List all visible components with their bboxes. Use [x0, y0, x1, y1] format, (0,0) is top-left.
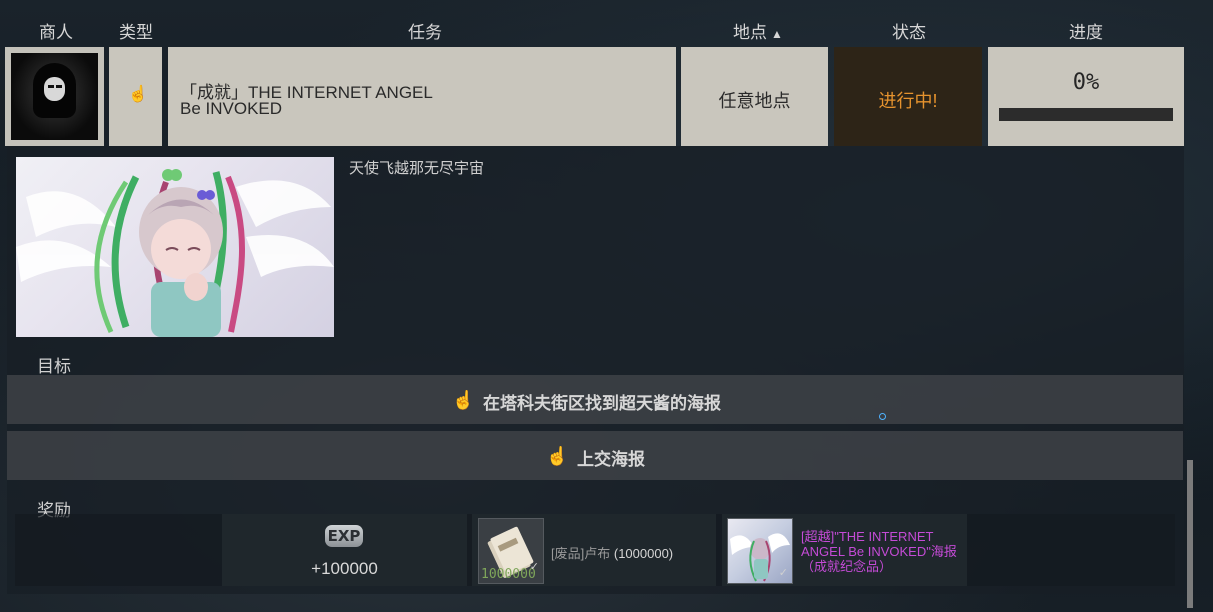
sort-ascending-icon: ▲	[771, 27, 783, 41]
roubles-slot[interactable]: 1000000 ✓	[478, 518, 544, 584]
exp-icon: EXP	[325, 525, 363, 547]
hand-pointer-icon: ☝	[452, 390, 475, 410]
quest-poster-image	[16, 157, 334, 337]
poster-slot[interactable]: ✓	[727, 518, 793, 584]
quest-status: 进行中!	[878, 91, 938, 111]
quest-description: 天使飞越那无尽宇宙	[349, 160, 485, 177]
hand-pointer-icon: ☝	[128, 86, 148, 103]
check-icon: ✓	[529, 561, 539, 573]
quest-status-cell: 进行中!	[834, 47, 982, 146]
header-progress[interactable]: 进度	[1069, 18, 1103, 43]
objective-text-2: 上交海报	[577, 450, 645, 469]
quest-progress-cell: 0%	[988, 47, 1184, 146]
quest-location-cell: 任意地点	[681, 47, 828, 146]
quest-type-cell[interactable]: ☝	[109, 47, 162, 146]
progress-bar	[999, 108, 1173, 121]
quest-location: 任意地点	[718, 91, 791, 111]
trader-avatar	[11, 53, 98, 140]
header-location[interactable]: 地点 ▲	[733, 18, 783, 43]
roubles-name: [废品]卢布 (1000000)	[551, 543, 673, 562]
mask-shape	[44, 77, 65, 101]
roubles-name-qty: (1000000)	[613, 546, 674, 561]
header-location-label: 地点	[733, 23, 768, 42]
quest-title-line2: Be INVOKED	[180, 99, 283, 118]
mouse-cursor	[879, 413, 886, 420]
progress-percent: 0%	[1072, 70, 1100, 95]
trader-avatar-cell[interactable]	[5, 47, 104, 146]
quest-title-cell[interactable]: 「成就」THE INTERNET ANGEL Be INVOKED	[168, 47, 676, 146]
reward-item-roubles[interactable]: 1000000 ✓ [废品]卢布 (1000000)	[472, 514, 716, 586]
exp-value: +100000	[311, 559, 378, 578]
poster-name: [超越]"THE INTERNET ANGEL Be INVOKED"海报（成就…	[801, 529, 957, 574]
roubles-count: 1000000	[481, 567, 536, 582]
header-status[interactable]: 状态	[892, 18, 926, 43]
header-type[interactable]: 类型	[119, 18, 153, 43]
objective-row-1[interactable]: ☝ 在塔科夫街区找到超天酱的海报	[7, 375, 1183, 424]
mask-eye-right	[56, 85, 62, 88]
quest-table-header: 商人 类型 任务 地点 ▲ 状态 进度	[0, 0, 1213, 44]
header-task[interactable]: 任务	[408, 18, 442, 43]
objective-text-1: 在塔科夫街区找到超天酱的海报	[483, 394, 721, 413]
hand-pointer-icon: ☝	[546, 446, 569, 466]
check-icon: ✓	[778, 567, 788, 579]
scrollbar[interactable]	[1187, 460, 1193, 608]
header-trader[interactable]: 商人	[39, 18, 73, 43]
objectives-label: 目标	[37, 357, 71, 376]
reward-poster[interactable]: ✓ [超越]"THE INTERNET ANGEL Be INVOKED"海报（…	[722, 514, 967, 586]
objective-row-2[interactable]: ☝ 上交海报	[7, 431, 1183, 480]
mask-eye-left	[48, 85, 54, 88]
reward-exp: EXP +100000	[222, 514, 467, 586]
roubles-name-prefix: [废品]卢布	[551, 546, 611, 561]
